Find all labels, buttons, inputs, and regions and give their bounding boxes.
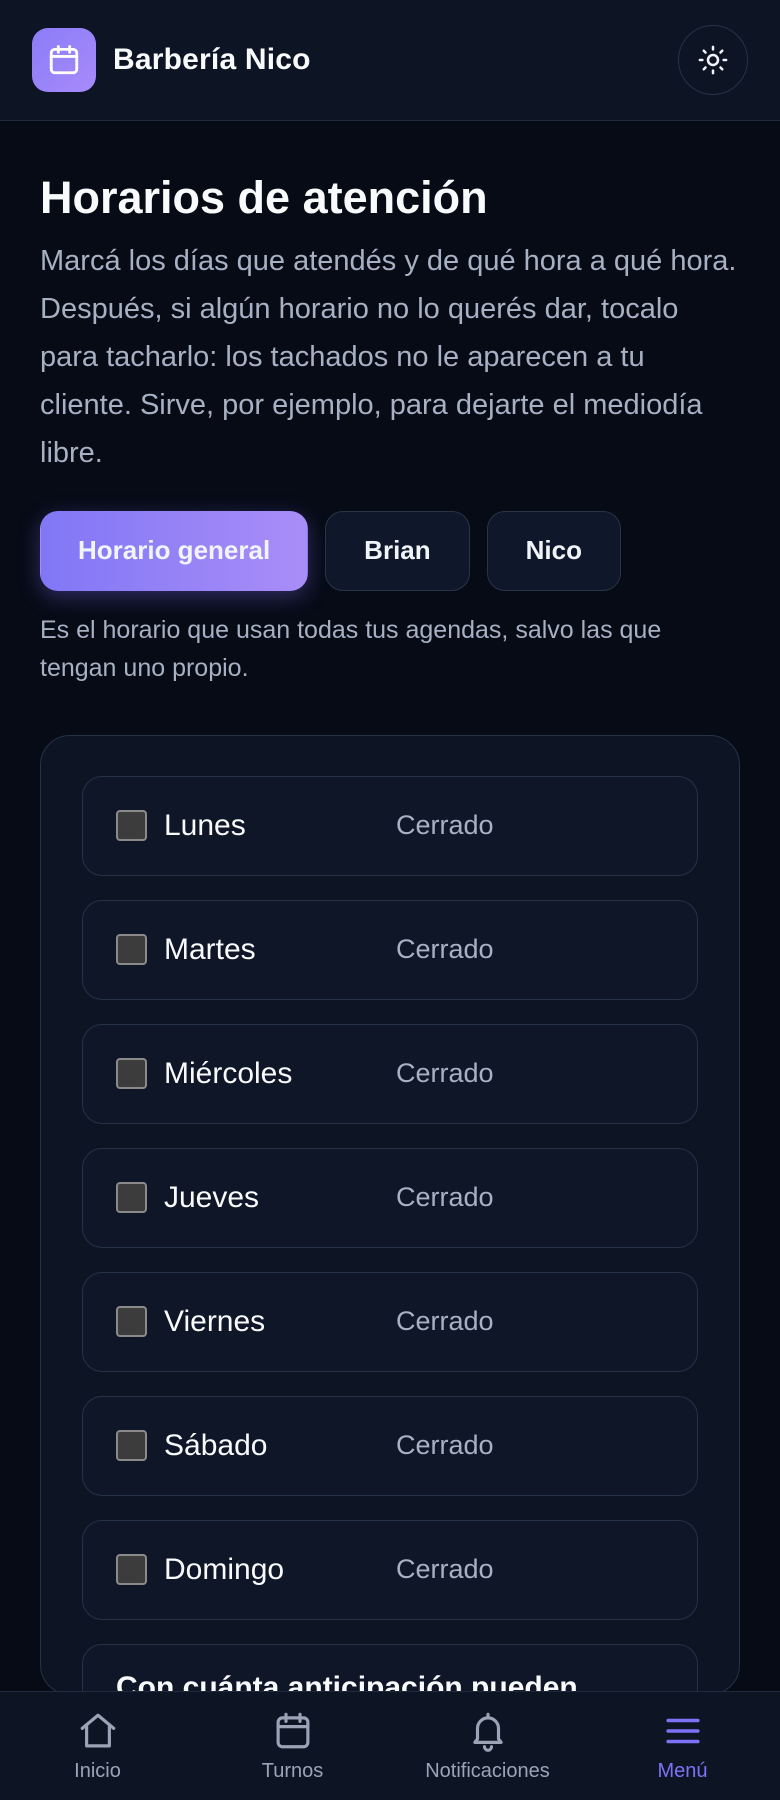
calendar-icon — [32, 28, 96, 92]
calendar-icon — [276, 1712, 309, 1748]
day-status: Cerrado — [396, 1306, 494, 1336]
nav-label: Notificaciones — [425, 1759, 550, 1782]
day-name: Viernes — [164, 1304, 266, 1338]
day-status: Cerrado — [396, 934, 494, 964]
day-checkbox[interactable] — [116, 810, 147, 841]
menu-icon — [665, 1718, 700, 1743]
day-name: Lunes — [164, 808, 246, 842]
day-row-jueves: Jueves Cerrado — [82, 1147, 698, 1248]
nav-label: Menú — [657, 1759, 708, 1782]
theme-toggle-button[interactable] — [678, 25, 748, 95]
day-checkbox[interactable] — [116, 1554, 147, 1585]
day-checkbox[interactable] — [116, 1306, 147, 1337]
day-name: Sábado — [164, 1428, 268, 1462]
brand-name: Barbería Nico — [113, 43, 311, 76]
day-status: Cerrado — [396, 810, 494, 840]
day-checkbox[interactable] — [116, 934, 147, 965]
day-status: Cerrado — [396, 1182, 494, 1212]
tab-nico[interactable]: Nico — [486, 510, 621, 591]
nav-label: Inicio — [74, 1759, 121, 1782]
nav-item-turnos[interactable]: Turnos — [195, 1692, 390, 1800]
bottom-nav: Inicio Turnos Notificaciones Menú — [0, 1691, 780, 1800]
sun-icon — [698, 45, 728, 75]
day-status: Cerrado — [396, 1554, 494, 1584]
main-content: Horarios de atención Marcá los días que … — [0, 121, 780, 1695]
brand[interactable]: Barbería Nico — [32, 28, 311, 92]
nav-item-menu[interactable]: Menú — [585, 1692, 780, 1800]
day-checkbox[interactable] — [116, 1058, 147, 1089]
nav-item-inicio[interactable]: Inicio — [0, 1692, 195, 1800]
day-name: Domingo — [164, 1552, 285, 1586]
day-name: Martes — [164, 932, 256, 966]
day-row-domingo: Domingo Cerrado — [82, 1519, 698, 1620]
tab-horario-general[interactable]: Horario general — [40, 510, 309, 591]
schedule-card: Lunes Cerrado Martes Cerrado Miércoles C… — [40, 734, 740, 1695]
bell-icon — [472, 1712, 503, 1752]
tab-brian[interactable]: Brian — [325, 510, 470, 591]
agenda-tabs: Horario general Brian Nico — [40, 510, 740, 591]
day-checkbox[interactable] — [116, 1182, 147, 1213]
day-row-miercoles: Miércoles Cerrado — [82, 1023, 698, 1124]
day-row-martes: Martes Cerrado — [82, 899, 698, 1000]
tab-hint: Es el horario que usan todas tus agendas… — [40, 615, 662, 682]
day-checkbox[interactable] — [116, 1430, 147, 1461]
page-description: Marcá los días que atendés y de qué hora… — [40, 244, 737, 469]
day-name: Miércoles — [164, 1056, 293, 1090]
day-row-lunes: Lunes Cerrado — [82, 775, 698, 876]
nav-item-notificaciones[interactable]: Notificaciones — [390, 1692, 585, 1800]
app-header: Barbería Nico — [0, 0, 780, 121]
nav-label: Turnos — [261, 1759, 324, 1782]
day-row-viernes: Viernes Cerrado — [82, 1271, 698, 1372]
day-status: Cerrado — [396, 1058, 494, 1088]
day-name: Jueves — [164, 1180, 260, 1214]
day-row-sabado: Sábado Cerrado — [82, 1395, 698, 1496]
home-icon — [80, 1713, 115, 1747]
page-title: Horarios de atención — [40, 172, 488, 223]
booking-advance-row[interactable]: Con cuánta anticipación pueden — [82, 1643, 698, 1694]
day-status: Cerrado — [396, 1430, 494, 1460]
